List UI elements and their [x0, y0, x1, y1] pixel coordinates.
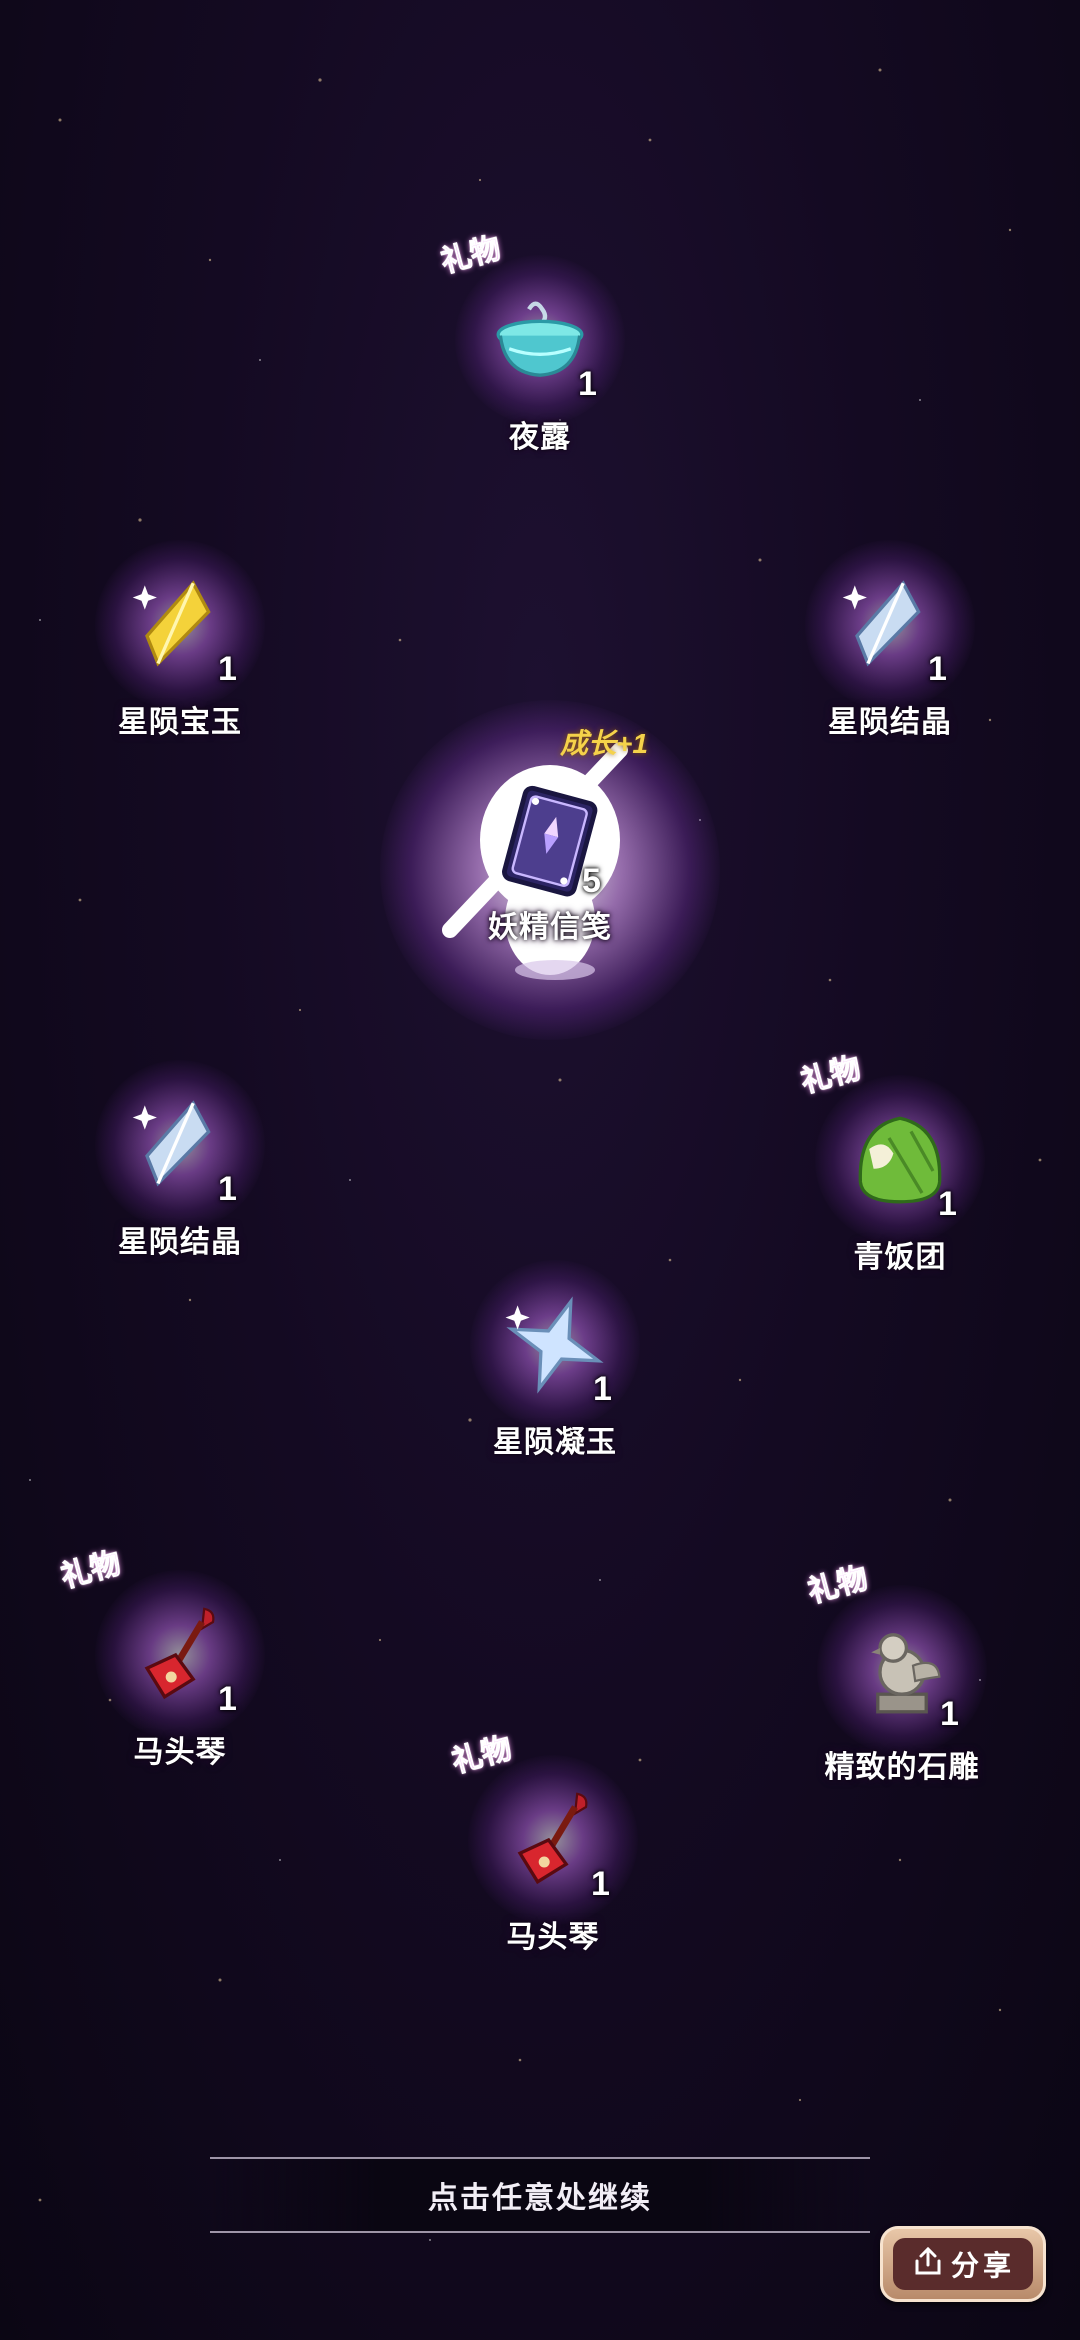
item-count: 1	[218, 1680, 237, 1718]
item-name: 青饭团	[853, 1241, 947, 1274]
reward-item-horsehead-fiddle[interactable]: 礼物 1 马头琴	[50, 1546, 310, 1785]
item-name: 马头琴	[506, 1921, 600, 1954]
item-count: 1	[578, 365, 597, 403]
share-button[interactable]: 分享	[880, 2226, 1046, 2302]
gift-tag: 礼物	[57, 1546, 125, 1595]
growth-bonus: 成长+1	[560, 728, 648, 759]
item-count: 1	[940, 1695, 959, 1733]
item-name: 星陨宝玉	[118, 706, 242, 739]
item-name: 妖精信笺	[488, 911, 612, 944]
item-name: 精致的石雕	[824, 1751, 980, 1784]
item-count: 1	[218, 1170, 237, 1208]
item-count: 1	[593, 1370, 612, 1408]
item-count: 1	[591, 1865, 610, 1903]
reward-item-star-crystal[interactable]: 1 星陨结晶	[50, 1060, 310, 1275]
reward-item-star-crystal[interactable]: 1 星陨结晶	[760, 540, 1020, 755]
tap-to-continue-banner[interactable]: 点击任意处继续	[210, 2157, 870, 2233]
share-icon	[911, 2245, 945, 2284]
reward-item-star-jade[interactable]: 1 星陨宝玉	[50, 540, 310, 755]
item-count: 5	[582, 862, 601, 900]
item-name: 星陨结晶	[118, 1226, 242, 1259]
reward-item-green-rice-ball[interactable]: 礼物 1 青饭团	[770, 1051, 1030, 1290]
reward-item-fairy-letter[interactable]: 5 妖精信笺	[420, 785, 680, 990]
reward-item-star-jade-essence[interactable]: 1 星陨凝玉	[425, 1260, 685, 1475]
reward-item-horsehead-fiddle[interactable]: 礼物 1 马头琴	[423, 1731, 683, 1970]
item-name: 夜露	[509, 421, 571, 454]
item-name: 星陨凝玉	[493, 1426, 617, 1459]
item-count: 1	[928, 650, 947, 688]
reward-item-stone-carving[interactable]: 礼物 1 精致的石雕	[772, 1561, 1032, 1800]
item-name: 星陨结晶	[828, 706, 952, 739]
item-count: 1	[218, 650, 237, 688]
item-name: 马头琴	[133, 1736, 227, 1769]
item-count: 1	[938, 1185, 957, 1223]
continue-prompt: 点击任意处继续	[428, 2182, 652, 2215]
reward-item-night-dew[interactable]: 礼物 1 夜露	[410, 231, 670, 470]
share-button-inner: 分享	[893, 2238, 1033, 2290]
share-label: 分享	[950, 2250, 1015, 2281]
